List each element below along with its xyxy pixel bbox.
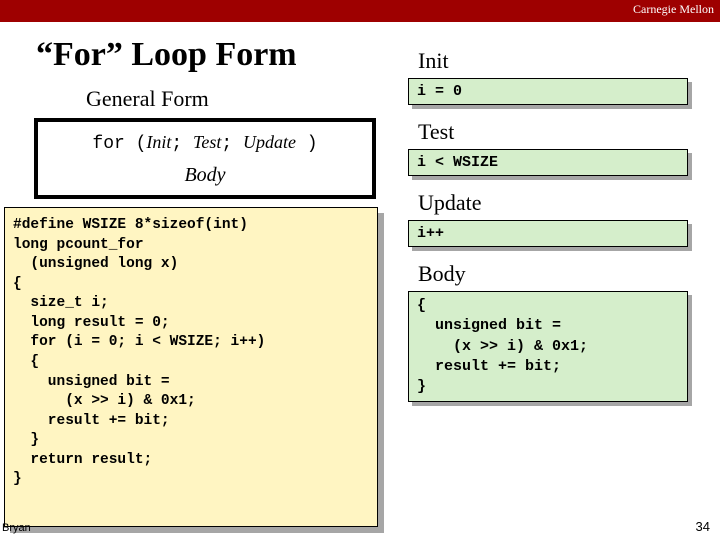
top-bar: Carnegie Mellon (0, 0, 720, 22)
init-label: Init (418, 48, 700, 74)
page-number: 34 (696, 519, 710, 534)
test-placeholder: Test (193, 132, 221, 152)
right-column: Init i = 0 Test i < WSIZE Update i++ Bod… (400, 44, 700, 408)
general-form-heading: General Form (86, 86, 209, 112)
init-code: i = 0 (408, 78, 688, 105)
code-block: #define WSIZE 8*sizeof(int) long pcount_… (4, 207, 378, 527)
code-text: #define WSIZE 8*sizeof(int) long pcount_… (13, 216, 369, 490)
test-section: Test i < WSIZE (400, 119, 700, 176)
sep2: ; (221, 134, 243, 154)
test-code: i < WSIZE (408, 149, 688, 176)
test-box: i < WSIZE (408, 149, 688, 176)
body-label: Body (418, 261, 700, 287)
institution-label: Carnegie Mellon (633, 2, 714, 17)
update-label: Update (418, 190, 700, 216)
update-box: i++ (408, 220, 688, 247)
init-box: i = 0 (408, 78, 688, 105)
body-section: Body { unsigned bit = (x >> i) & 0x1; re… (400, 261, 700, 402)
test-label: Test (418, 119, 700, 145)
paren-close: ) (296, 134, 318, 154)
update-code: i++ (408, 220, 688, 247)
update-placeholder: Update (243, 132, 296, 152)
init-placeholder: Init (146, 132, 171, 152)
body-code: { unsigned bit = (x >> i) & 0x1; result … (408, 291, 688, 402)
body-box: { unsigned bit = (x >> i) & 0x1; result … (408, 291, 688, 402)
code-panel: #define WSIZE 8*sizeof(int) long pcount_… (4, 207, 378, 527)
body-placeholder: Body (44, 164, 366, 187)
for-syntax-box: for (Init; Test; Update ) Body (34, 118, 376, 199)
init-section: Init i = 0 (400, 48, 700, 105)
sep1: ; (171, 134, 193, 154)
author-fragment: Bryan (2, 522, 31, 534)
for-syntax-line: for (Init; Test; Update ) (44, 132, 366, 154)
paren-open: ( (125, 134, 147, 154)
keyword-for: for (92, 134, 124, 154)
update-section: Update i++ (400, 190, 700, 247)
slide-title: “For” Loop Form (36, 36, 297, 74)
slide: Carnegie Mellon “For” Loop Form General … (0, 0, 720, 540)
